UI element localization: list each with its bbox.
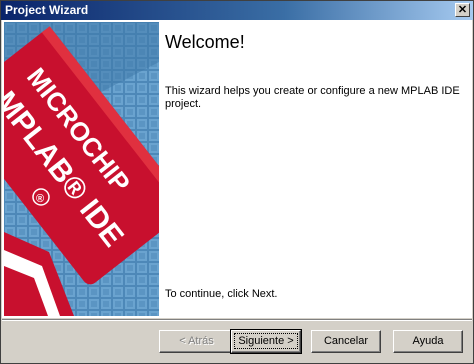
cancel-button[interactable]: Cancelar xyxy=(311,330,381,353)
back-button[interactable]: < Atrás xyxy=(159,330,234,353)
registered-mark: ® xyxy=(36,193,44,205)
wizard-description: This wizard helps you create or configur… xyxy=(165,85,460,110)
title-bar[interactable]: Project Wizard ✕ xyxy=(1,1,473,20)
help-button[interactable]: Ayuda xyxy=(393,330,463,353)
project-wizard-window: Project Wizard ✕ MICROCHIP MPLAB® IDE ® … xyxy=(0,0,474,364)
page-title: Welcome! xyxy=(165,32,245,52)
divider xyxy=(2,319,472,321)
wizard-content: MICROCHIP MPLAB® IDE ® Welcome! This wiz… xyxy=(2,20,472,318)
next-button-label: Siguiente > xyxy=(234,333,298,349)
cancel-button-label: Cancelar xyxy=(323,335,369,347)
window-title: Project Wizard xyxy=(5,3,89,17)
next-button[interactable]: Siguiente > xyxy=(230,329,302,354)
close-button[interactable]: ✕ xyxy=(455,3,470,17)
continue-instruction: To continue, click Next. xyxy=(165,288,278,300)
back-button-label: < Atrás xyxy=(179,335,214,347)
mplab-ide-logo: MICROCHIP MPLAB® IDE ® xyxy=(4,22,159,316)
help-button-label: Ayuda xyxy=(412,335,444,347)
mplab-banner: MICROCHIP MPLAB® IDE ® xyxy=(4,22,159,316)
close-icon: ✕ xyxy=(457,4,468,16)
